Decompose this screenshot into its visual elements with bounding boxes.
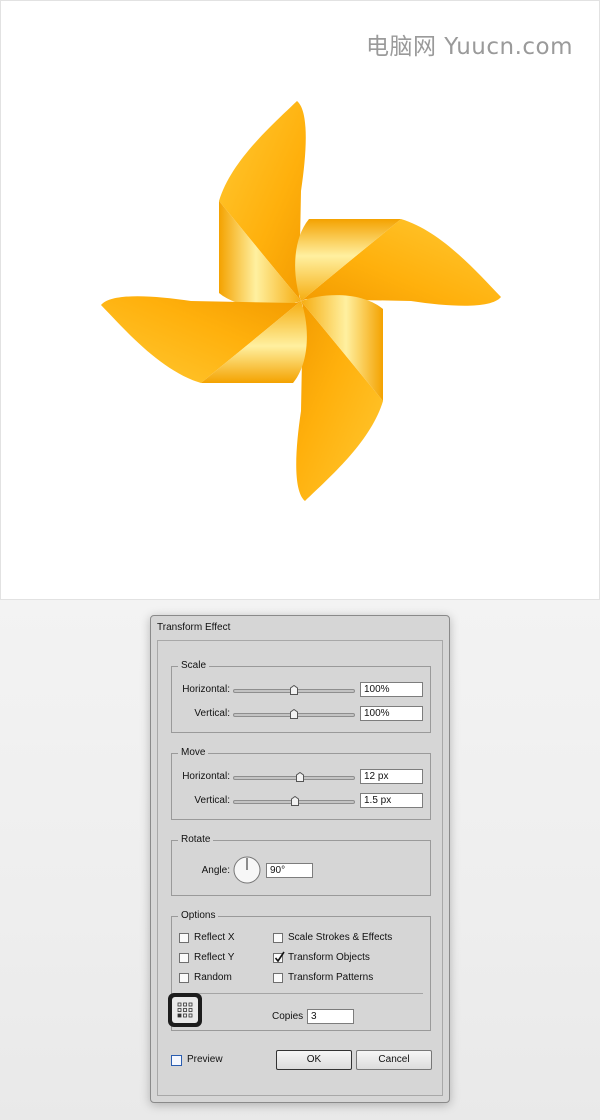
move-vertical-slider[interactable] [233,796,355,806]
move-vertical-slider-thumb[interactable] [291,796,300,806]
checkmark-icon [274,951,285,963]
scale-group-label: Scale [178,660,210,671]
watermark: 电脑网 Yuucn.com [365,34,573,60]
scale-vertical-label: Vertical: [194,708,230,719]
copies-input[interactable]: 3 [307,1009,354,1024]
reference-point-grid-icon [177,1002,193,1018]
cancel-button[interactable]: Cancel [356,1050,432,1070]
pinwheel-blade [101,296,307,383]
scale-vertical-slider-thumb[interactable] [290,709,298,719]
scale-horizontal-label: Horizontal: [182,684,230,695]
scale-horizontal-input[interactable]: 100% [360,682,423,697]
transform-patterns-label: Transform Patterns [288,972,374,983]
reference-point-highlight [168,993,202,1027]
move-vertical-label: Vertical: [194,795,230,806]
scale-vertical-input[interactable]: 100% [360,706,423,721]
scale-horizontal-slider[interactable] [233,685,355,695]
transform-patterns-checkbox[interactable] [273,973,283,983]
scale-vertical-slider[interactable] [233,709,355,719]
move-group: Move Horizontal: 12 px Vertical: 1.5 px [171,747,431,820]
move-horizontal-slider[interactable] [233,772,355,782]
move-group-label: Move [178,747,209,758]
reflect-y-checkbox[interactable] [179,953,189,963]
ok-button[interactable]: OK [276,1050,352,1070]
rotate-group: Rotate Angle: 90° [171,834,431,896]
move-horizontal-input[interactable]: 12 px [360,769,423,784]
transform-effect-dialog: Transform Effect Scale Horizontal: 100% … [150,615,450,1103]
move-horizontal-slider-thumb[interactable] [296,772,304,782]
options-group-label: Options [178,910,219,921]
reflect-y-label: Reflect Y [194,952,235,963]
transform-objects-label: Transform Objects [288,952,370,963]
transform-objects-checkbox[interactable] [273,951,285,963]
scale-group: Scale Horizontal: 100% Vertical: 100% [171,660,431,733]
dialog-body: Scale Horizontal: 100% Vertical: 100% Mo… [157,640,443,1096]
pinwheel-artwork [101,101,501,501]
rotate-angle-input[interactable]: 90° [266,863,313,878]
pinwheel-blade [295,219,501,306]
move-vertical-input[interactable]: 1.5 px [360,793,423,808]
rotate-group-label: Rotate [178,834,214,845]
preview-label: Preview [187,1054,223,1065]
scale-strokes-checkbox[interactable] [273,933,283,943]
options-group: Options Reflect X Reflect Y Random Scale… [168,910,431,1031]
rotate-angle-label: Angle: [201,865,230,876]
reflect-x-checkbox[interactable] [179,933,189,943]
scale-strokes-label: Scale Strokes & Effects [288,932,393,943]
scale-horizontal-slider-thumb[interactable] [290,685,298,695]
move-horizontal-label: Horizontal: [182,771,230,782]
reflect-x-label: Reflect X [194,932,235,943]
random-label: Random [194,972,232,983]
pinwheel-blade [296,295,383,501]
artwork-canvas: 电脑网 Yuucn.com [0,0,600,600]
random-checkbox[interactable] [179,973,189,983]
copies-label: Copies [272,1011,304,1022]
pinwheel-blade [219,101,306,307]
dialog-title: Transform Effect [157,622,231,633]
reference-point-locator[interactable] [172,997,198,1023]
preview-checkbox[interactable] [171,1055,182,1066]
options-divider [179,993,423,994]
angle-dial-icon[interactable] [233,856,261,884]
